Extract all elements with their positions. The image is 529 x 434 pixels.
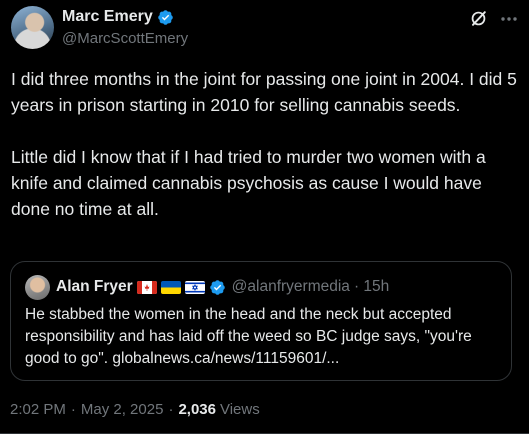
meta-separator: ·	[168, 401, 174, 418]
quoted-tweet[interactable]: Alan Fryer @alanfryermedia · 15h He stab…	[10, 261, 512, 381]
verified-badge-icon[interactable]	[157, 9, 174, 26]
author-handle[interactable]: @MarcScottEmery	[62, 30, 188, 47]
author-name[interactable]: Marc Emery	[62, 8, 153, 26]
quoted-header: Alan Fryer @alanfryermedia · 15h	[56, 276, 389, 298]
tweet-text: I did three months in the joint for pass…	[11, 69, 517, 219]
israel-flag-icon	[184, 280, 205, 294]
quoted-author-avatar[interactable]	[25, 275, 50, 300]
tweet-time[interactable]: 2:02 PM	[10, 401, 66, 418]
tweet-date[interactable]: May 2, 2025	[81, 401, 164, 418]
quoted-author-name[interactable]: Alan Fryer	[56, 278, 133, 296]
quoted-verified-badge-icon	[209, 279, 225, 295]
grok-icon[interactable]	[469, 9, 488, 28]
author-name-row: Marc Emery	[62, 7, 174, 27]
quoted-timestamp[interactable]: · 15h	[354, 278, 389, 296]
tweet: Marc Emery @MarcScottEmery I did three m…	[0, 0, 529, 434]
meta-separator: ·	[70, 401, 76, 418]
views-count: 2,036	[178, 401, 216, 418]
ukraine-flag-icon	[160, 280, 181, 294]
quoted-tweet-text: He stabbed the women in the head and the…	[25, 306, 472, 367]
tweet-meta: 2:02 PM · May 2, 2025 · 2,036 Views	[10, 401, 260, 418]
views-label: Views	[219, 401, 260, 418]
quoted-author-handle[interactable]: @alanfryermedia	[232, 278, 350, 296]
more-options-icon[interactable]	[499, 9, 519, 28]
canada-flag-icon	[136, 280, 157, 294]
author-avatar[interactable]	[11, 6, 54, 49]
